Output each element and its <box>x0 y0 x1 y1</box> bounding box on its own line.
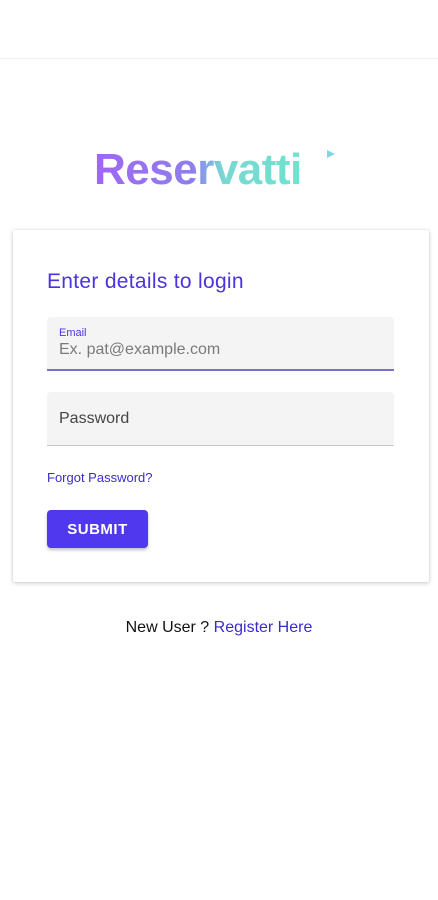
email-field[interactable]: Email <box>47 317 394 371</box>
reservatti-logo: Reservatti <box>0 140 438 201</box>
new-user-text: New User ? <box>125 619 210 636</box>
svg-text:Reservatti: Reservatti <box>94 145 302 194</box>
logo-play-icon <box>327 150 335 158</box>
register-prompt: New User ? Register Here <box>0 619 438 637</box>
forgot-password-link[interactable]: Forgot Password? <box>47 470 153 485</box>
logo-text-part1: Reser <box>94 145 214 194</box>
password-field[interactable]: Password <box>47 392 394 446</box>
login-card: Enter details to login Email Password Fo… <box>13 230 429 582</box>
top-divider <box>0 58 438 59</box>
login-screen: Reservatti Enter details to login Email … <box>0 0 438 900</box>
logo-wordmark: Reservatti <box>94 145 335 194</box>
email-label: Email <box>59 327 87 339</box>
register-link[interactable]: Register Here <box>214 619 313 636</box>
logo-text-part2: vatti <box>214 145 302 194</box>
login-card-title: Enter details to login <box>47 270 244 293</box>
password-label: Password <box>59 410 130 427</box>
email-input[interactable] <box>59 341 379 359</box>
submit-button[interactable]: SUBMIT <box>47 510 148 548</box>
